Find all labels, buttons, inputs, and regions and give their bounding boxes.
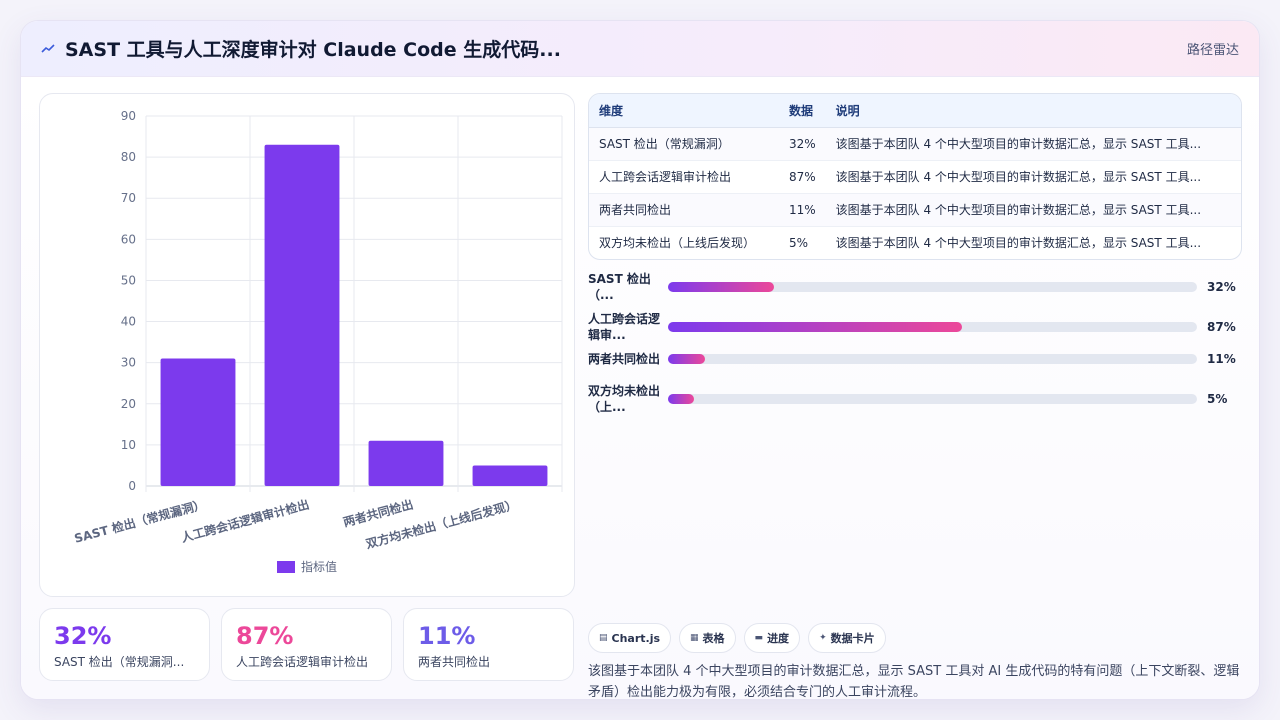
stat-label: 人工跨会话逻辑审计检出 (236, 655, 369, 669)
column-header: 说明 (825, 94, 1241, 128)
progress-label: 双方均未检出（上... (588, 384, 661, 414)
progress-label: SAST 检出（... (588, 272, 651, 302)
progress-track (668, 322, 1197, 332)
progress-track (668, 354, 1197, 364)
progress-row: 双方均未检出（上... 5% (588, 383, 1248, 415)
stat-value: 11% (418, 622, 476, 650)
chip-data-card[interactable]: ✦ 数据卡片 (808, 623, 886, 653)
y-tick-label: 40 (121, 315, 136, 329)
bar-chart: 0102030405060708090SAST 检出（常规漏洞）人工跨会话逻辑审… (73, 109, 563, 551)
chip-label: 表格 (702, 632, 725, 645)
chip-label: 进度 (767, 632, 790, 645)
progress-fill (668, 394, 695, 404)
progress-fill (668, 354, 706, 364)
table-cell: 87% (779, 160, 826, 194)
progress-value: 32% (1207, 280, 1236, 294)
main-card: SAST 工具与人工深度审计对 Claude Code 生成代码... 路径雷达… (20, 20, 1260, 700)
progress-value: 5% (1207, 392, 1228, 406)
stat-card-both: 11% 两者共同检出 (403, 608, 574, 681)
progress-track (668, 394, 1197, 404)
chip-progress[interactable]: ▬ 进度 (743, 623, 801, 653)
trend-icon (41, 43, 55, 53)
table-icon: ▦ (690, 633, 699, 643)
table-header-row: 维度 数据 说明 (589, 94, 1241, 128)
y-tick-label: 80 (121, 150, 136, 164)
progress-row: 两者共同检出 11% (588, 351, 1248, 367)
bar (472, 465, 548, 486)
chip-label: 数据卡片 (830, 632, 875, 645)
table-cell: 该图基于本团队 4 个中大型项目的审计数据汇总，显示 SAST 工具... (825, 127, 1241, 161)
stat-card-manual: 87% 人工跨会话逻辑审计检出 (221, 608, 392, 681)
chart-description: 该图基于本团队 4 个中大型项目的审计数据汇总，显示 SAST 工具对 AI 生… (588, 664, 1240, 700)
legend-swatch (276, 560, 295, 573)
bar (368, 440, 444, 486)
chip-bar: ▤ Chart.js ▦ 表格 ▬ 进度 ✦ 数据卡片 (588, 623, 886, 653)
progress-label: 人工跨会话逻辑审... (588, 312, 661, 342)
progress-fill (668, 322, 962, 332)
progress-icon: ▬ (754, 633, 764, 643)
progress-value: 11% (1207, 352, 1236, 366)
table-cell: 32% (779, 127, 826, 161)
y-tick-label: 30 (121, 356, 136, 370)
progress-value: 87% (1207, 320, 1236, 334)
stat-value: 87% (236, 622, 294, 650)
table-cell: 该图基于本团队 4 个中大型项目的审计数据汇总，显示 SAST 工具... (825, 160, 1241, 194)
column-header: 维度 (589, 94, 779, 128)
y-tick-label: 10 (121, 438, 136, 452)
table-cell: 5% (789, 235, 809, 250)
y-tick-label: 0 (128, 479, 136, 493)
legend-label: 指标值 (300, 560, 337, 574)
bar (160, 358, 236, 486)
y-tick-label: 90 (121, 109, 136, 123)
table-cell: 双方均未检出（上线后发现） (599, 236, 756, 251)
stat-card-sast: 32% SAST 检出（常规漏洞... (39, 608, 210, 681)
header-tag[interactable]: 路径雷达 (1187, 39, 1239, 58)
stat-value: 32% (54, 622, 112, 650)
table-cell: 人工跨会话逻辑审计检出 (589, 160, 779, 194)
chip-label: Chart.js (611, 631, 661, 645)
card-body: 0 10 20 30 40 50 60 70 80 90 SAST 检出（常规漏洞） 人工跨会话逻辑审… (21, 77, 1259, 699)
chart-legend[interactable]: 指标值 (40, 558, 574, 575)
progress-fill (668, 282, 774, 292)
table-cell: 11% (779, 193, 826, 227)
data-table: 维度 数据 说明 SAST 检出（常规漏洞） 32% 该图基于本团队 4 个中大… (588, 93, 1242, 260)
table-cell: 两者共同检出 (589, 193, 779, 227)
page-title: SAST 工具与人工深度审计对 Claude Code 生成代码... (65, 39, 561, 61)
table-cell: 该图基于本团队 4 个中大型项目的审计数据汇总，显示 SAST 工具... (825, 193, 1241, 227)
table-row: SAST 检出（常规漏洞） 32% 该图基于本团队 4 个中大型项目的审计数据汇… (589, 127, 1241, 161)
x-tick-label: 两者共同检出 (341, 496, 414, 529)
progress-track (668, 282, 1197, 292)
chart-panel: 0 10 20 30 40 50 60 70 80 90 SAST 检出（常规漏洞） 人工跨会话逻辑审… (39, 93, 575, 597)
card-header: SAST 工具与人工深度审计对 Claude Code 生成代码... 路径雷达 (21, 21, 1259, 77)
table-cell: SAST 检出（常规漏洞） (589, 127, 779, 161)
table-row: 双方均未检出（上线后发现） 5% 该图基于本团队 4 个中大型项目的审计数据汇总… (589, 226, 1241, 259)
progress-label: 两者共同检出 (588, 352, 661, 366)
title-wrap: SAST 工具与人工深度审计对 Claude Code 生成代码... (41, 35, 561, 62)
column-header: 数据 (779, 94, 826, 128)
bar (264, 144, 340, 486)
table-row: 人工跨会话逻辑审计检出 87% 该图基于本团队 4 个中大型项目的审计数据汇总，… (589, 160, 1241, 194)
y-tick-label: 60 (121, 232, 136, 246)
stat-label: 两者共同检出 (418, 655, 491, 669)
progress-row: 人工跨会话逻辑审... 87% (588, 311, 1248, 343)
table-row: 两者共同检出 11% 该图基于本团队 4 个中大型项目的审计数据汇总，显示 SA… (589, 193, 1241, 227)
chart-icon: ▤ (599, 633, 608, 643)
progress-row: SAST 检出（... 32% (588, 271, 1248, 303)
y-tick-label: 70 (121, 191, 136, 205)
chip-table[interactable]: ▦ 表格 (679, 623, 736, 653)
y-tick-label: 50 (121, 273, 136, 287)
table-cell: 该图基于本团队 4 个中大型项目的审计数据汇总，显示 SAST 工具... (835, 236, 1202, 251)
chip-chartjs[interactable]: ▤ Chart.js (588, 623, 672, 653)
sparkle-icon: ✦ (819, 633, 827, 643)
y-tick-label: 20 (121, 397, 136, 411)
stat-label: SAST 检出（常规漏洞... (54, 655, 185, 669)
